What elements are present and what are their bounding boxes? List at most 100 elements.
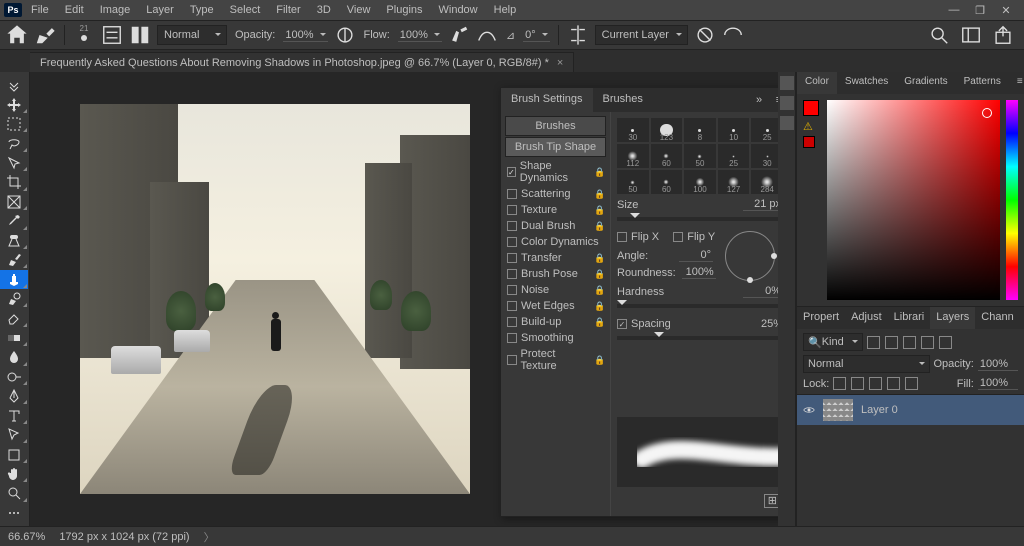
lock-icons[interactable] [833,377,918,390]
angle-control[interactable] [725,231,775,281]
type-tool[interactable] [0,406,28,424]
home-icon[interactable] [6,24,28,46]
clone-stamp-tool[interactable] [0,270,28,288]
frame-tool[interactable] [0,193,28,211]
brush-tip[interactable]: 284 [751,170,778,194]
move-tool[interactable] [0,95,28,113]
brush-tip[interactable]: 30 [751,144,778,168]
panel-menu-icon[interactable]: ≡ [769,88,778,112]
panel-menu-icon[interactable]: ≡ [1009,72,1024,94]
menu-help[interactable]: Help [487,2,524,18]
tab-gradients[interactable]: Gradients [896,72,955,94]
brush-tip[interactable]: 50 [617,170,649,194]
hue-slider[interactable] [1006,100,1018,300]
tab-swatches[interactable]: Swatches [837,72,896,94]
layer-filter-icons[interactable] [867,336,952,349]
status-menu-icon[interactable]: 〉 [204,529,215,545]
docked-panel-icon[interactable] [780,96,794,110]
color-field[interactable] [827,100,1000,300]
spot-heal-tool[interactable] [0,232,28,250]
blend-mode-select[interactable]: Normal [803,355,930,373]
visibility-toggle-icon[interactable] [803,404,815,416]
docked-panel-icon[interactable] [780,116,794,130]
shape-tool[interactable] [0,445,28,463]
brush-tip[interactable]: 60 [651,170,683,194]
layer-list[interactable]: Layer 0 [797,395,1024,526]
menu-type[interactable]: Type [183,2,221,18]
tab-brushes[interactable]: Brushes [593,88,653,112]
pressure-size-icon[interactable] [722,24,744,46]
docked-panel-icon[interactable] [780,76,794,90]
brush-option-protect-texture[interactable]: Protect Texture🔒 [505,346,606,374]
menu-image[interactable]: Image [93,2,138,18]
brush-panel-toggle-icon[interactable] [129,24,151,46]
angle-input[interactable]: 0° [679,249,713,262]
zoom-tool[interactable] [0,484,28,502]
brush-tool[interactable] [0,251,28,269]
hand-tool[interactable] [0,465,28,483]
menu-filter[interactable]: Filter [269,2,307,18]
filter-kind-select[interactable]: 🔍 Kind [803,333,863,351]
menu-plugins[interactable]: Plugins [379,2,429,18]
collapse-tools-icon[interactable] [0,76,28,94]
brush-preset-picker[interactable]: 21 [73,24,95,46]
window-minimize-icon[interactable]: — [946,3,962,17]
layer-name[interactable]: Layer 0 [861,404,898,416]
brush-tip[interactable]: 50 [684,144,716,168]
brush-option-wet-edges[interactable]: Wet Edges🔒 [505,298,606,314]
brush-option-texture[interactable]: Texture🔒 [505,202,606,218]
eraser-tool[interactable] [0,309,28,327]
tool-preset-icon[interactable] [34,24,56,46]
tab-brush-settings[interactable]: Brush Settings [501,88,593,112]
new-brush-icon[interactable]: ⊞ [764,494,778,508]
tab-libraries[interactable]: Librari [888,307,931,329]
tab-color[interactable]: Color [797,72,837,94]
window-restore-icon[interactable]: ❐ [972,3,988,17]
symmetry-icon[interactable] [567,24,589,46]
brushes-button[interactable]: Brushes [505,116,606,136]
brush-tip[interactable]: 100 [684,170,716,194]
blur-tool[interactable] [0,348,28,366]
brush-tip[interactable]: 8 [684,118,716,142]
brush-option-brush-pose[interactable]: Brush Pose🔒 [505,266,606,282]
brush-tip[interactable]: 10 [718,118,750,142]
gamut-warning-icon[interactable]: ⚠ [803,120,815,132]
pen-tool[interactable] [0,387,28,405]
lasso-tool[interactable] [0,134,28,152]
tab-properties[interactable]: Propert [797,307,845,329]
brush-tip-shape-button[interactable]: Brush Tip Shape [505,137,606,157]
airbrush-icon[interactable] [448,24,470,46]
collapse-panel-icon[interactable]: » [749,88,769,112]
gradient-tool[interactable] [0,329,28,347]
eyedropper-tool[interactable] [0,212,28,230]
fill-value[interactable]: 100% [978,377,1018,390]
brush-tip-grid[interactable]: 3012381025112605025305060100127284 [617,118,778,194]
canvas-area[interactable]: Brush Settings Brushes » ≡ Brushes Brush… [30,72,778,526]
window-close-icon[interactable]: ✕ [998,3,1014,17]
brush-option-color-dynamics[interactable]: Color Dynamics [505,234,606,250]
size-value[interactable]: 21 px [743,198,778,211]
roundness-input[interactable]: 100% [682,266,716,279]
brush-settings-toggle-icon[interactable] [101,24,123,46]
size-slider[interactable] [617,217,778,221]
path-select-tool[interactable] [0,426,28,444]
hardness-value[interactable]: 0% [743,285,778,298]
dodge-tool[interactable] [0,368,28,386]
spacing-checkbox[interactable]: Spacing25% [617,318,778,330]
layer-opacity-value[interactable]: 100% [978,358,1018,371]
hardness-slider[interactable] [617,304,778,308]
menu-window[interactable]: Window [432,2,485,18]
layer-thumbnail[interactable] [823,399,853,421]
tab-layers[interactable]: Layers [930,307,975,329]
search-icon[interactable] [928,24,950,46]
brush-option-shape-dynamics[interactable]: Shape Dynamics🔒 [505,158,606,186]
menu-3d[interactable]: 3D [310,2,338,18]
spacing-value[interactable]: 25% [761,318,778,330]
document-canvas[interactable] [80,104,470,494]
document-tab[interactable]: Frequently Asked Questions About Removin… [30,52,574,72]
brush-tip[interactable]: 60 [651,144,683,168]
flow-value[interactable]: 100% [398,29,442,42]
background-color-swatch[interactable] [803,136,815,148]
tab-paths[interactable]: Paths [1020,307,1024,329]
close-tab-icon[interactable]: × [557,57,563,69]
